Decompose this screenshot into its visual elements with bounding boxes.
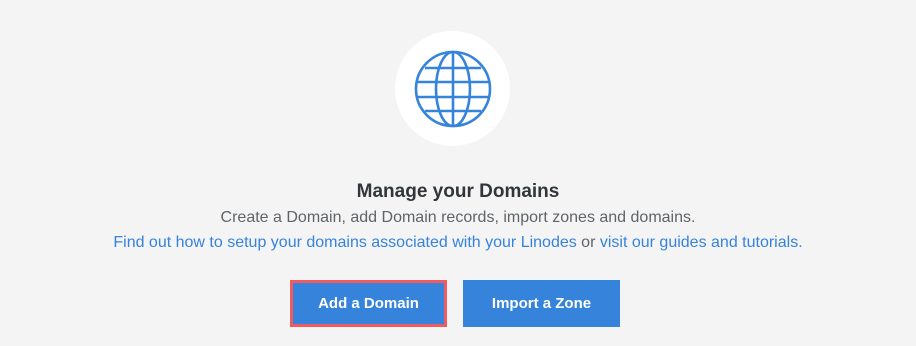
add-domain-button[interactable]: Add a Domain bbox=[290, 280, 447, 327]
globe-icon-container bbox=[395, 31, 510, 146]
links-separator: or bbox=[576, 234, 600, 251]
page-subtitle: Create a Domain, add Domain records, imp… bbox=[220, 209, 696, 226]
page-title: Manage your Domains bbox=[356, 181, 560, 202]
import-zone-button[interactable]: Import a Zone bbox=[463, 280, 620, 327]
add-domain-label: Add a Domain bbox=[318, 295, 419, 312]
import-zone-label: Import a Zone bbox=[491, 295, 592, 312]
guides-tutorials-link[interactable]: visit our guides and tutorials. bbox=[600, 234, 803, 251]
linodes-domains-link[interactable]: Find out how to setup your domains assoc… bbox=[113, 234, 576, 251]
help-links: Find out how to setup your domains assoc… bbox=[0, 233, 916, 253]
domains-empty-state: Manage your Domains Create a Domain, add… bbox=[0, 0, 916, 346]
globe-icon bbox=[414, 50, 491, 127]
